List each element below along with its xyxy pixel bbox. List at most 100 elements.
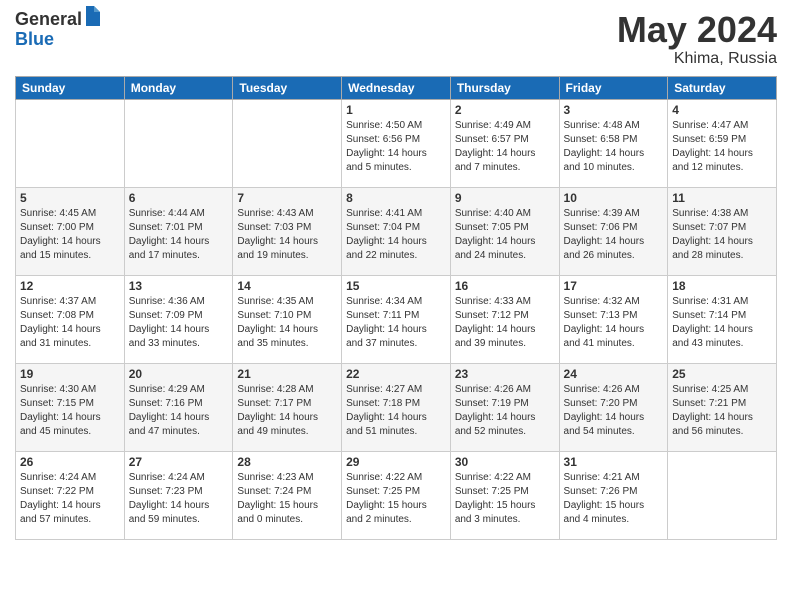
month-title: May 2024 bbox=[617, 10, 777, 50]
day-cell: 2 Sunrise: 4:49 AM Sunset: 6:57 PM Daylig… bbox=[450, 99, 559, 187]
day-number: 21 bbox=[237, 367, 337, 381]
day-info: Sunrise: 4:36 AM Sunset: 7:09 PM Dayligh… bbox=[129, 295, 229, 351]
day-info: Sunrise: 4:37 AM Sunset: 7:08 PM Dayligh… bbox=[20, 295, 120, 351]
day-number: 26 bbox=[20, 455, 120, 469]
week-row-1: 5Sunrise: 4:45 AM Sunset: 7:00 PM Daylig… bbox=[16, 187, 777, 275]
logo: General Blue bbox=[15, 10, 102, 50]
day-cell: 20Sunrise: 4:29 AM Sunset: 7:16 PM Dayli… bbox=[124, 363, 233, 451]
day-number: 15 bbox=[346, 279, 446, 293]
day-info: Sunrise: 4:22 AM Sunset: 7:25 PM Dayligh… bbox=[455, 471, 555, 527]
day-info: Sunrise: 4:25 AM Sunset: 7:21 PM Dayligh… bbox=[672, 383, 772, 439]
logo-icon bbox=[84, 6, 102, 28]
day-info: Sunrise: 4:26 AM Sunset: 7:20 PM Dayligh… bbox=[564, 383, 664, 439]
day-info: Sunrise: 4:32 AM Sunset: 7:13 PM Dayligh… bbox=[564, 295, 664, 351]
day-info: Sunrise: 4:34 AM Sunset: 7:11 PM Dayligh… bbox=[346, 295, 446, 351]
day-cell: 23 Sunrise: 4:26 AM Sunset: 7:19 PM Dayli… bbox=[450, 363, 559, 451]
day-cell: 25 Sunrise: 4:25 AM Sunset: 7:21 PM Dayli… bbox=[668, 363, 777, 451]
day-cell: 19Sunrise: 4:30 AM Sunset: 7:15 PM Dayli… bbox=[16, 363, 125, 451]
logo-blue: Blue bbox=[15, 30, 102, 50]
day-info: Sunrise: 4:38 AM Sunset: 7:07 PM Dayligh… bbox=[672, 207, 772, 263]
day-number: 29 bbox=[346, 455, 446, 469]
header-saturday: Saturday bbox=[668, 76, 777, 99]
day-cell: 27Sunrise: 4:24 AM Sunset: 7:23 PM Dayli… bbox=[124, 451, 233, 539]
day-cell: 15 Sunrise: 4:34 AM Sunset: 7:11 PM Dayli… bbox=[342, 275, 451, 363]
day-cell: 9 Sunrise: 4:40 AM Sunset: 7:05 PM Daylig… bbox=[450, 187, 559, 275]
day-number: 27 bbox=[129, 455, 229, 469]
day-number: 2 bbox=[455, 103, 555, 117]
week-row-4: 26 Sunrise: 4:24 AM Sunset: 7:22 PM Dayli… bbox=[16, 451, 777, 539]
day-info: Sunrise: 4:23 AM Sunset: 7:24 PM Dayligh… bbox=[237, 471, 337, 527]
day-cell: 30Sunrise: 4:22 AM Sunset: 7:25 PM Dayli… bbox=[450, 451, 559, 539]
day-info: Sunrise: 4:40 AM Sunset: 7:05 PM Dayligh… bbox=[455, 207, 555, 263]
day-number: 23 bbox=[455, 367, 555, 381]
day-cell: 1Sunrise: 4:50 AM Sunset: 6:56 PM Daylig… bbox=[342, 99, 451, 187]
day-number: 9 bbox=[455, 191, 555, 205]
day-cell: 21 Sunrise: 4:28 AM Sunset: 7:17 PM Dayli… bbox=[233, 363, 342, 451]
day-info: Sunrise: 4:26 AM Sunset: 7:19 PM Dayligh… bbox=[455, 383, 555, 439]
day-cell: 16 Sunrise: 4:33 AM Sunset: 7:12 PM Dayli… bbox=[450, 275, 559, 363]
day-info: Sunrise: 4:47 AM Sunset: 6:59 PM Dayligh… bbox=[672, 119, 772, 175]
day-number: 5 bbox=[20, 191, 120, 205]
header-friday: Friday bbox=[559, 76, 668, 99]
day-number: 14 bbox=[237, 279, 337, 293]
day-number: 11 bbox=[672, 191, 772, 205]
day-cell: 14Sunrise: 4:35 AM Sunset: 7:10 PM Dayli… bbox=[233, 275, 342, 363]
day-cell: 13Sunrise: 4:36 AM Sunset: 7:09 PM Dayli… bbox=[124, 275, 233, 363]
day-info: Sunrise: 4:31 AM Sunset: 7:14 PM Dayligh… bbox=[672, 295, 772, 351]
day-number: 28 bbox=[237, 455, 337, 469]
day-cell: 28 Sunrise: 4:23 AM Sunset: 7:24 PM Dayli… bbox=[233, 451, 342, 539]
header: General Blue May 2024 Khima, Russia bbox=[15, 10, 777, 68]
day-info: Sunrise: 4:27 AM Sunset: 7:18 PM Dayligh… bbox=[346, 383, 446, 439]
day-cell: 22Sunrise: 4:27 AM Sunset: 7:18 PM Dayli… bbox=[342, 363, 451, 451]
day-number: 10 bbox=[564, 191, 664, 205]
week-row-2: 12Sunrise: 4:37 AM Sunset: 7:08 PM Dayli… bbox=[16, 275, 777, 363]
day-info: Sunrise: 4:49 AM Sunset: 6:57 PM Dayligh… bbox=[455, 119, 555, 175]
day-cell: 5Sunrise: 4:45 AM Sunset: 7:00 PM Daylig… bbox=[16, 187, 125, 275]
day-cell: 31Sunrise: 4:21 AM Sunset: 7:26 PM Dayli… bbox=[559, 451, 668, 539]
day-info: Sunrise: 4:22 AM Sunset: 7:25 PM Dayligh… bbox=[346, 471, 446, 527]
weekday-header-row: Sunday Monday Tuesday Wednesday Thursday… bbox=[16, 76, 777, 99]
day-cell bbox=[124, 99, 233, 187]
day-info: Sunrise: 4:30 AM Sunset: 7:15 PM Dayligh… bbox=[20, 383, 120, 439]
day-cell: 11 Sunrise: 4:38 AM Sunset: 7:07 PM Dayli… bbox=[668, 187, 777, 275]
header-thursday: Thursday bbox=[450, 76, 559, 99]
day-number: 16 bbox=[455, 279, 555, 293]
day-cell: 17 Sunrise: 4:32 AM Sunset: 7:13 PM Dayli… bbox=[559, 275, 668, 363]
day-number: 7 bbox=[237, 191, 337, 205]
day-cell bbox=[668, 451, 777, 539]
day-cell: 18Sunrise: 4:31 AM Sunset: 7:14 PM Dayli… bbox=[668, 275, 777, 363]
page: General Blue May 2024 Khima, Russia Sund… bbox=[0, 0, 792, 612]
day-info: Sunrise: 4:29 AM Sunset: 7:16 PM Dayligh… bbox=[129, 383, 229, 439]
title-area: May 2024 Khima, Russia bbox=[617, 10, 777, 68]
day-info: Sunrise: 4:48 AM Sunset: 6:58 PM Dayligh… bbox=[564, 119, 664, 175]
day-number: 24 bbox=[564, 367, 664, 381]
day-cell: 12Sunrise: 4:37 AM Sunset: 7:08 PM Dayli… bbox=[16, 275, 125, 363]
calendar: Sunday Monday Tuesday Wednesday Thursday… bbox=[15, 76, 777, 540]
day-number: 8 bbox=[346, 191, 446, 205]
day-info: Sunrise: 4:33 AM Sunset: 7:12 PM Dayligh… bbox=[455, 295, 555, 351]
header-wednesday: Wednesday bbox=[342, 76, 451, 99]
day-number: 31 bbox=[564, 455, 664, 469]
week-row-0: 1Sunrise: 4:50 AM Sunset: 6:56 PM Daylig… bbox=[16, 99, 777, 187]
day-cell: 3 Sunrise: 4:48 AM Sunset: 6:58 PM Daylig… bbox=[559, 99, 668, 187]
day-cell bbox=[233, 99, 342, 187]
day-info: Sunrise: 4:41 AM Sunset: 7:04 PM Dayligh… bbox=[346, 207, 446, 263]
logo-general: General bbox=[15, 10, 82, 30]
day-number: 17 bbox=[564, 279, 664, 293]
day-cell: 7Sunrise: 4:43 AM Sunset: 7:03 PM Daylig… bbox=[233, 187, 342, 275]
day-info: Sunrise: 4:28 AM Sunset: 7:17 PM Dayligh… bbox=[237, 383, 337, 439]
day-number: 3 bbox=[564, 103, 664, 117]
day-number: 6 bbox=[129, 191, 229, 205]
week-row-3: 19Sunrise: 4:30 AM Sunset: 7:15 PM Dayli… bbox=[16, 363, 777, 451]
day-cell: 4 Sunrise: 4:47 AM Sunset: 6:59 PM Daylig… bbox=[668, 99, 777, 187]
day-number: 4 bbox=[672, 103, 772, 117]
day-cell: 26 Sunrise: 4:24 AM Sunset: 7:22 PM Dayli… bbox=[16, 451, 125, 539]
header-tuesday: Tuesday bbox=[233, 76, 342, 99]
day-cell bbox=[16, 99, 125, 187]
day-cell: 10 Sunrise: 4:39 AM Sunset: 7:06 PM Dayli… bbox=[559, 187, 668, 275]
day-info: Sunrise: 4:50 AM Sunset: 6:56 PM Dayligh… bbox=[346, 119, 446, 175]
day-number: 25 bbox=[672, 367, 772, 381]
day-info: Sunrise: 4:24 AM Sunset: 7:22 PM Dayligh… bbox=[20, 471, 120, 527]
day-info: Sunrise: 4:39 AM Sunset: 7:06 PM Dayligh… bbox=[564, 207, 664, 263]
header-monday: Monday bbox=[124, 76, 233, 99]
